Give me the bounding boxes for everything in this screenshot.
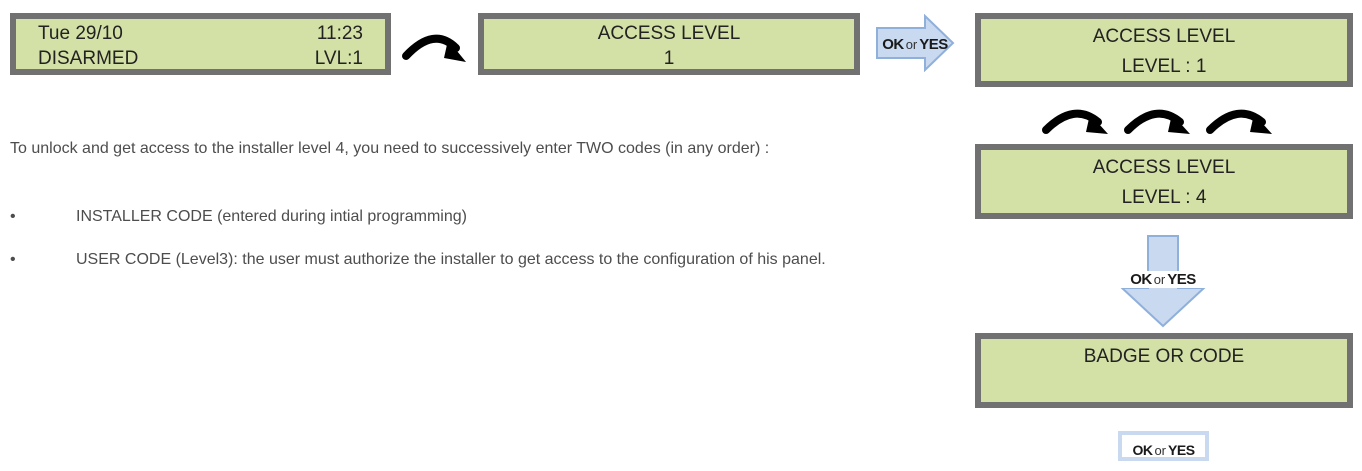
lcd-screen-level-4: ACCESS LEVEL LEVEL : 4 [975, 144, 1353, 219]
ok-or-yes-label-1: OK or YES [875, 36, 955, 53]
or-label: or [1154, 443, 1167, 458]
yes-key-label: YES [1167, 271, 1196, 288]
ok-key-label: OK [1130, 271, 1152, 288]
lcd-screen-access-level: ACCESS LEVEL 1 [478, 13, 860, 75]
level-value: LEVEL : 4 [1121, 187, 1207, 208]
access-level-title: ACCESS LEVEL [1092, 26, 1236, 47]
access-level-title: ACCESS LEVEL [1092, 157, 1236, 178]
ok-or-yes-box: OK or YES [1118, 431, 1209, 461]
ok-or-yes-label-2: OK or YES [1118, 271, 1208, 288]
lcd-screen-level-1: ACCESS LEVEL LEVEL : 1 [975, 13, 1353, 87]
curved-arrow-icon [402, 34, 466, 62]
lcd-screen-home: Tue 29/10 11:23 DISARMED LVL:1 [10, 13, 391, 75]
access-level-value: 1 [663, 48, 675, 69]
level-value: LEVEL : 1 [1121, 56, 1207, 77]
curved-arrow-icon [1042, 109, 1272, 134]
badge-or-code-title: BADGE OR CODE [1083, 346, 1245, 367]
bullet-text: USER CODE (Level3): the user must author… [76, 251, 826, 268]
ok-key-label: OK [1132, 442, 1153, 458]
yes-key-label: YES [1168, 442, 1195, 458]
bullet-text: INSTALLER CODE (entered during intial pr… [76, 208, 467, 225]
time-text: 11:23 [316, 23, 363, 44]
intro-paragraph: To unlock and get access to the installe… [10, 140, 770, 157]
or-label: or [1153, 272, 1166, 287]
yes-key-label: YES [919, 36, 948, 53]
bullet-symbol: • [10, 208, 16, 225]
access-level-title: ACCESS LEVEL [597, 23, 741, 44]
or-label: or [905, 37, 918, 52]
bullet-symbol: • [10, 251, 16, 268]
ok-key-label: OK [882, 36, 904, 53]
level-text: LVL:1 [314, 48, 363, 69]
lcd-screen-badge-or-code: BADGE OR CODE [975, 333, 1353, 408]
